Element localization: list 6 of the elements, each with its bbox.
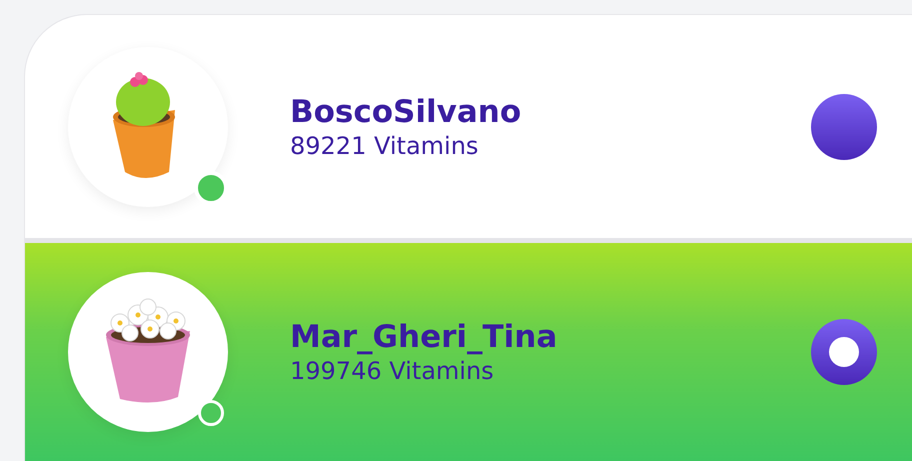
vitamin-count: 89221 Vitamins [290,130,480,160]
user-name: BoscoSilvano [290,92,522,130]
vitamin-count: 199746 Vitamins [290,356,495,386]
list-row[interactable]: Mar_Gheri_Tina 199746 Vitamins [25,243,912,461]
list-row[interactable]: BoscoSilvano 89221 Vitamins [25,15,912,238]
user-name: Mar_Gheri_Tina [290,318,558,356]
